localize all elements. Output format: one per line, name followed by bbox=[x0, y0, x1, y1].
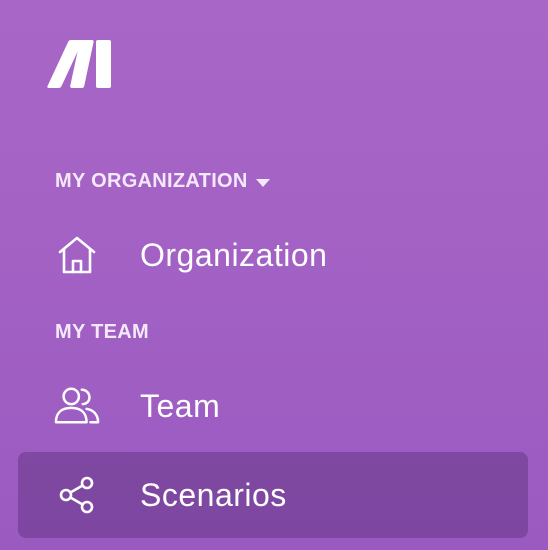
users-icon bbox=[54, 383, 100, 429]
share-icon bbox=[54, 472, 100, 518]
org-section-header[interactable]: MY ORGANIZATION bbox=[55, 170, 270, 193]
org-section-title: MY ORGANIZATION bbox=[55, 170, 248, 192]
caret-down-icon bbox=[255, 178, 270, 187]
sidebar-item-label: Organization bbox=[140, 236, 328, 273]
team-section-header: MY TEAM bbox=[55, 321, 149, 344]
sidebar-item-team[interactable]: Team bbox=[18, 363, 528, 449]
team-section-title: MY TEAM bbox=[55, 321, 149, 343]
sidebar-item-organization[interactable]: Organization bbox=[18, 212, 528, 298]
sidebar-item-label: Team bbox=[140, 387, 221, 424]
sidebar-item-scenarios[interactable]: Scenarios bbox=[18, 452, 528, 538]
sidebar: MY ORGANIZATION Organization MY TEAM Tea… bbox=[0, 0, 548, 550]
home-icon bbox=[54, 232, 100, 278]
make-logo-icon[interactable] bbox=[40, 40, 114, 90]
sidebar-item-label: Scenarios bbox=[140, 476, 287, 513]
